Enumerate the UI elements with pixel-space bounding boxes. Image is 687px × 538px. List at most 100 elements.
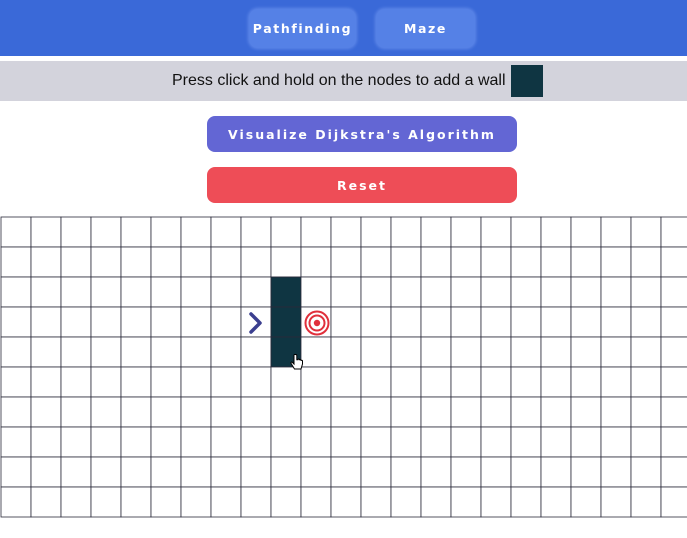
- grid-node[interactable]: [630, 336, 662, 368]
- grid-node[interactable]: [630, 366, 662, 398]
- grid-node[interactable]: [60, 276, 92, 308]
- grid-node[interactable]: [60, 246, 92, 278]
- grid-node[interactable]: [30, 306, 62, 338]
- grid-node[interactable]: [120, 216, 152, 248]
- grid-node[interactable]: [660, 216, 687, 248]
- grid-node[interactable]: [540, 246, 572, 278]
- grid-node[interactable]: [390, 486, 422, 518]
- grid-node[interactable]: [210, 396, 242, 428]
- grid-node[interactable]: [30, 246, 62, 278]
- grid-node[interactable]: [0, 456, 32, 488]
- grid-node[interactable]: [90, 216, 122, 248]
- grid-node[interactable]: [150, 366, 182, 398]
- grid-node[interactable]: [450, 366, 482, 398]
- grid-node[interactable]: [0, 216, 32, 248]
- node-grid[interactable]: [0, 216, 687, 519]
- grid-node[interactable]: [210, 306, 242, 338]
- grid-node[interactable]: [360, 366, 392, 398]
- grid-node[interactable]: [480, 246, 512, 278]
- grid-node[interactable]: [600, 306, 632, 338]
- grid-node[interactable]: [570, 456, 602, 488]
- grid-node[interactable]: [180, 486, 212, 518]
- grid-node[interactable]: [480, 366, 512, 398]
- grid-node[interactable]: [330, 396, 362, 428]
- wall-node[interactable]: [270, 276, 302, 308]
- grid-node[interactable]: [270, 246, 302, 278]
- grid-node[interactable]: [540, 426, 572, 458]
- grid-node[interactable]: [240, 366, 272, 398]
- grid-node[interactable]: [210, 276, 242, 308]
- grid-node[interactable]: [540, 336, 572, 368]
- grid-node[interactable]: [210, 366, 242, 398]
- grid-node[interactable]: [330, 276, 362, 308]
- grid-node[interactable]: [540, 366, 572, 398]
- grid-node[interactable]: [60, 396, 92, 428]
- grid-node[interactable]: [390, 426, 422, 458]
- grid-node[interactable]: [300, 426, 332, 458]
- grid-node[interactable]: [210, 336, 242, 368]
- grid-node[interactable]: [570, 306, 602, 338]
- target-node-bullseye-icon[interactable]: [304, 310, 330, 336]
- grid-node[interactable]: [150, 336, 182, 368]
- grid-node[interactable]: [180, 396, 212, 428]
- grid-node[interactable]: [510, 276, 542, 308]
- grid-node[interactable]: [630, 456, 662, 488]
- grid-node[interactable]: [90, 396, 122, 428]
- grid-node[interactable]: [360, 426, 392, 458]
- grid-node[interactable]: [240, 336, 272, 368]
- grid-node[interactable]: [30, 396, 62, 428]
- grid-node[interactable]: [0, 366, 32, 398]
- grid-node[interactable]: [30, 276, 62, 308]
- grid-node[interactable]: [600, 456, 632, 488]
- grid-node[interactable]: [630, 306, 662, 338]
- grid-node[interactable]: [450, 396, 482, 428]
- grid-node[interactable]: [180, 336, 212, 368]
- grid-node[interactable]: [120, 366, 152, 398]
- grid-node[interactable]: [210, 426, 242, 458]
- grid-node[interactable]: [90, 276, 122, 308]
- grid-node[interactable]: [570, 276, 602, 308]
- grid-node[interactable]: [300, 216, 332, 248]
- grid-node[interactable]: [180, 366, 212, 398]
- grid-node[interactable]: [420, 456, 452, 488]
- grid-node[interactable]: [420, 426, 452, 458]
- grid-node[interactable]: [630, 486, 662, 518]
- grid-node[interactable]: [570, 486, 602, 518]
- grid-node[interactable]: [120, 246, 152, 278]
- grid-node[interactable]: [510, 366, 542, 398]
- grid-node[interactable]: [570, 366, 602, 398]
- grid-node[interactable]: [90, 336, 122, 368]
- grid-node[interactable]: [600, 426, 632, 458]
- grid-node[interactable]: [420, 216, 452, 248]
- grid-node[interactable]: [570, 396, 602, 428]
- grid-node[interactable]: [510, 336, 542, 368]
- grid-node[interactable]: [180, 246, 212, 278]
- grid-node[interactable]: [0, 336, 32, 368]
- grid-node[interactable]: [480, 216, 512, 248]
- grid-node[interactable]: [30, 366, 62, 398]
- grid-node[interactable]: [240, 276, 272, 308]
- grid-node[interactable]: [270, 486, 302, 518]
- grid-node[interactable]: [270, 396, 302, 428]
- grid-node[interactable]: [390, 366, 422, 398]
- grid-node[interactable]: [390, 276, 422, 308]
- grid-node[interactable]: [630, 396, 662, 428]
- grid-node[interactable]: [630, 276, 662, 308]
- grid-node[interactable]: [90, 366, 122, 398]
- grid-node[interactable]: [30, 426, 62, 458]
- grid-node[interactable]: [300, 336, 332, 368]
- grid-node[interactable]: [540, 396, 572, 428]
- grid-node[interactable]: [150, 486, 182, 518]
- grid-node[interactable]: [540, 456, 572, 488]
- grid-node[interactable]: [120, 456, 152, 488]
- grid-node[interactable]: [450, 426, 482, 458]
- grid-node[interactable]: [600, 486, 632, 518]
- grid-node[interactable]: [120, 306, 152, 338]
- grid-node[interactable]: [540, 486, 572, 518]
- grid-node[interactable]: [360, 456, 392, 488]
- grid-node[interactable]: [150, 276, 182, 308]
- grid-node[interactable]: [660, 336, 687, 368]
- grid-node[interactable]: [150, 456, 182, 488]
- grid-node[interactable]: [660, 246, 687, 278]
- grid-node[interactable]: [510, 486, 542, 518]
